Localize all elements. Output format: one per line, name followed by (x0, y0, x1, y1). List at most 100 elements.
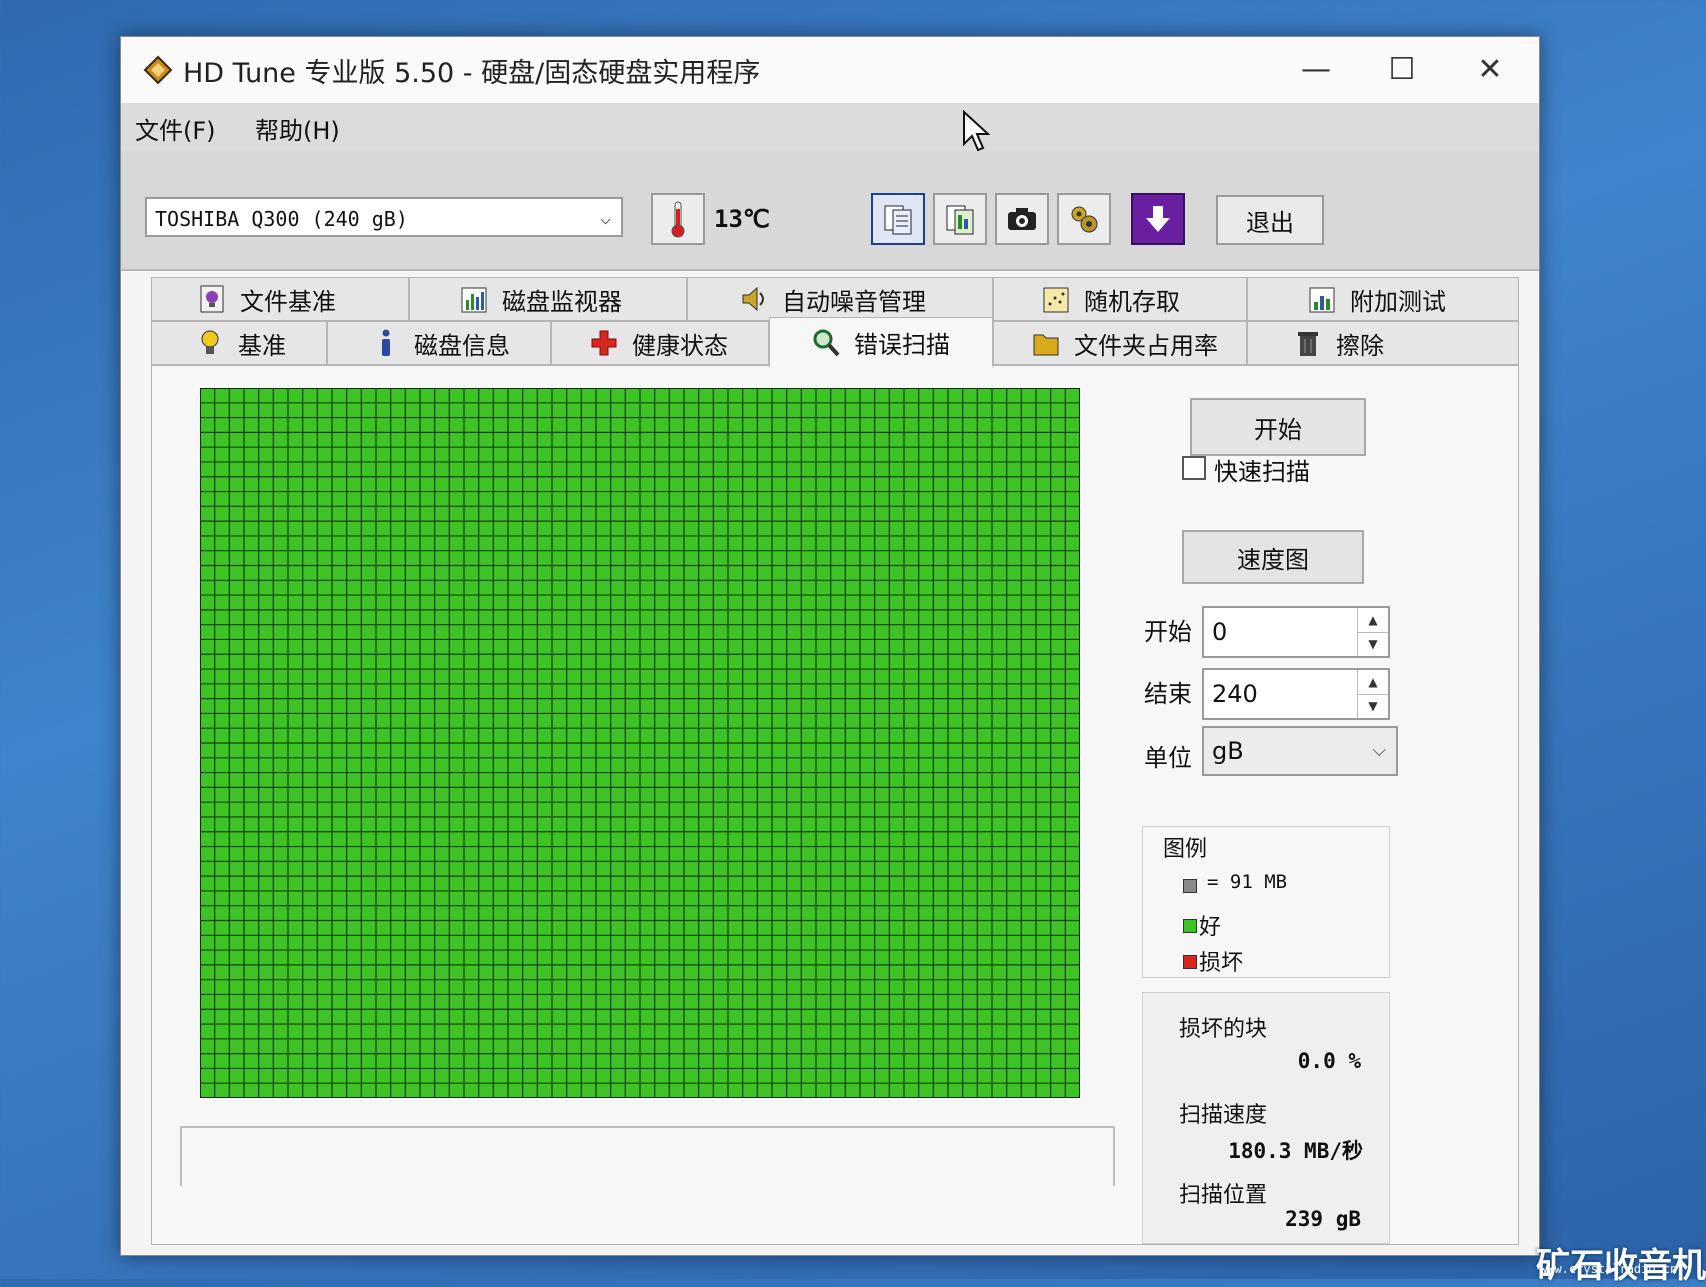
chevron-down-icon: ⌵ (600, 208, 611, 229)
start-field-label: 开始 (1144, 618, 1192, 646)
scan-block-grid (200, 388, 1080, 1098)
temperature-button[interactable] (651, 193, 705, 245)
quick-scan-checkbox[interactable] (1182, 456, 1206, 480)
scan-block-map (200, 388, 1080, 1098)
info-icon (382, 329, 390, 356)
scan-position-value: 239 gB (1285, 1207, 1361, 1231)
quick-scan-label: 快速扫描 (1214, 458, 1310, 486)
end-field-label: 结束 (1144, 680, 1192, 708)
legend-good-label: 好 (1199, 915, 1222, 940)
toolbar: TOSHIBA Q300 (240 gB) ⌵ 13℃ 退出 (121, 151, 1539, 271)
disk-monitor-icon (461, 287, 487, 313)
start-spinbox[interactable]: 0 ▲ ▼ (1202, 606, 1390, 658)
drive-select[interactable]: TOSHIBA Q300 (240 gB) ⌵ (145, 197, 623, 237)
legend-box: 图例 = 91 MB 好 损坏 (1142, 826, 1390, 978)
tab-label: 擦除 (1336, 331, 1384, 360)
legend-bad-swatch (1183, 955, 1197, 969)
start-value: 0 (1212, 618, 1228, 646)
hdtune-window: HD Tune 专业版 5.50 - 硬盘/固态硬盘实用程序 — ☐ ✕ 文件(… (120, 36, 1540, 1256)
tab-label: 磁盘信息 (414, 331, 510, 360)
tab-label: 文件夹占用率 (1074, 331, 1218, 360)
watermark-url: www.crystalradio.cn (1540, 1262, 1678, 1276)
mouse-cursor-icon (963, 110, 990, 152)
tab-label: 错误扫描 (854, 331, 950, 359)
temperature-readout: 13℃ (714, 205, 770, 233)
copy-all-icon (946, 205, 974, 235)
bad-blocks-value: 0.0 % (1297, 1049, 1361, 1073)
end-value: 240 (1212, 680, 1258, 708)
title-bar: HD Tune 专业版 5.50 - 硬盘/固态硬盘实用程序 — ☐ ✕ (121, 37, 1539, 103)
health-cross-icon (591, 330, 617, 356)
magnifier-icon (813, 329, 840, 356)
drive-select-value: TOSHIBA Q300 (240 gB) (155, 207, 408, 231)
random-access-icon (1043, 287, 1069, 313)
menu-bar: 文件(F) 帮助(H) (121, 103, 1539, 151)
speed-map-button[interactable]: 速度图 (1182, 530, 1364, 584)
scan-position-label: 扫描位置 (1179, 1183, 1268, 1208)
status-bar (180, 1126, 1115, 1186)
unit-select[interactable]: gB ⌵ (1202, 726, 1398, 776)
legend-block-swatch (1183, 879, 1197, 893)
chevron-down-icon: ⌵ (1372, 740, 1386, 761)
end-spin-arrows: ▲ ▼ (1357, 670, 1388, 718)
tab-acoustic-management[interactable]: 自动噪音管理 (687, 277, 993, 321)
scan-speed-value: 180.3 MB/秒 (1228, 1139, 1363, 1163)
spin-down-icon[interactable]: ▼ (1358, 694, 1388, 718)
save-button[interactable] (1131, 193, 1185, 245)
app-logo-icon (143, 55, 173, 85)
maximize-button[interactable]: ☐ (1367, 45, 1437, 95)
tab-health[interactable]: 健康状态 (551, 321, 769, 365)
lightbulb-icon (201, 330, 219, 354)
thermometer-icon (671, 201, 685, 238)
tab-label: 健康状态 (632, 331, 728, 360)
tab-label: 文件基准 (240, 287, 336, 316)
camera-icon (1008, 208, 1036, 230)
copy-info-button[interactable] (871, 193, 925, 245)
legend-block-size: = 91 MB (1207, 871, 1288, 893)
tab-erase[interactable]: 擦除 (1247, 321, 1519, 365)
end-spinbox[interactable]: 240 ▲ ▼ (1202, 668, 1390, 720)
options-button[interactable] (1057, 193, 1111, 245)
copy-all-button[interactable] (933, 193, 987, 245)
exit-button[interactable]: 退出 (1216, 195, 1324, 245)
tab-row-top: 文件基准 磁盘监视器 自动噪音管理 随机存取 附加测试 (151, 277, 1519, 321)
tab-error-scan[interactable]: 错误扫描 (769, 317, 993, 367)
options-icon (1071, 206, 1098, 233)
legend-good-swatch (1183, 919, 1197, 933)
trash-icon (1298, 332, 1318, 356)
tab-label: 附加测试 (1350, 287, 1446, 316)
screenshot-button[interactable] (995, 193, 1049, 245)
bad-blocks-label: 损坏的块 (1179, 1017, 1268, 1042)
tab-label: 随机存取 (1084, 287, 1180, 316)
spin-up-icon[interactable]: ▲ (1358, 608, 1388, 633)
tab-label: 基准 (238, 331, 286, 360)
window-title: HD Tune 专业版 5.50 - 硬盘/固态硬盘实用程序 (183, 58, 761, 89)
tab-benchmark[interactable]: 基准 (151, 321, 327, 365)
tab-file-benchmark[interactable]: 文件基准 (151, 277, 409, 321)
start-scan-button[interactable]: 开始 (1190, 398, 1366, 456)
unit-value: gB (1212, 737, 1244, 765)
tab-folder-usage[interactable]: 文件夹占用率 (993, 321, 1247, 365)
legend-bad-label: 损坏 (1199, 951, 1244, 976)
tab-extra-tests[interactable]: 附加测试 (1247, 277, 1519, 321)
close-button[interactable]: ✕ (1455, 45, 1525, 95)
tab-random-access[interactable]: 随机存取 (993, 277, 1247, 321)
scan-stats-box: 损坏的块 0.0 % 扫描速度 180.3 MB/秒 扫描位置 239 gB (1142, 992, 1390, 1244)
spin-up-icon[interactable]: ▲ (1358, 670, 1388, 695)
tab-disk-info[interactable]: 磁盘信息 (327, 321, 551, 365)
file-benchmark-icon (200, 285, 224, 313)
extra-tests-icon (1309, 287, 1335, 313)
menu-help[interactable]: 帮助(H) (255, 111, 340, 146)
error-scan-panel: 开始 快速扫描 速度图 开始 0 ▲ ▼ 结束 240 ▲ ▼ 单位 gB ⌵ … (151, 365, 1519, 1245)
tab-disk-monitor[interactable]: 磁盘监视器 (409, 277, 687, 321)
scan-grid-lines (200, 388, 1080, 1098)
tab-label: 自动噪音管理 (782, 287, 926, 316)
copy-info-icon (884, 205, 912, 235)
speaker-icon (742, 286, 764, 312)
tab-row-bottom: 基准 磁盘信息 健康状态 错误扫描 文件夹占用率 擦除 (151, 317, 1519, 367)
minimize-button[interactable]: — (1281, 45, 1351, 95)
menu-file[interactable]: 文件(F) (135, 111, 216, 146)
download-arrow-icon (1146, 206, 1170, 232)
start-spin-arrows: ▲ ▼ (1357, 608, 1388, 656)
spin-down-icon[interactable]: ▼ (1358, 632, 1388, 656)
